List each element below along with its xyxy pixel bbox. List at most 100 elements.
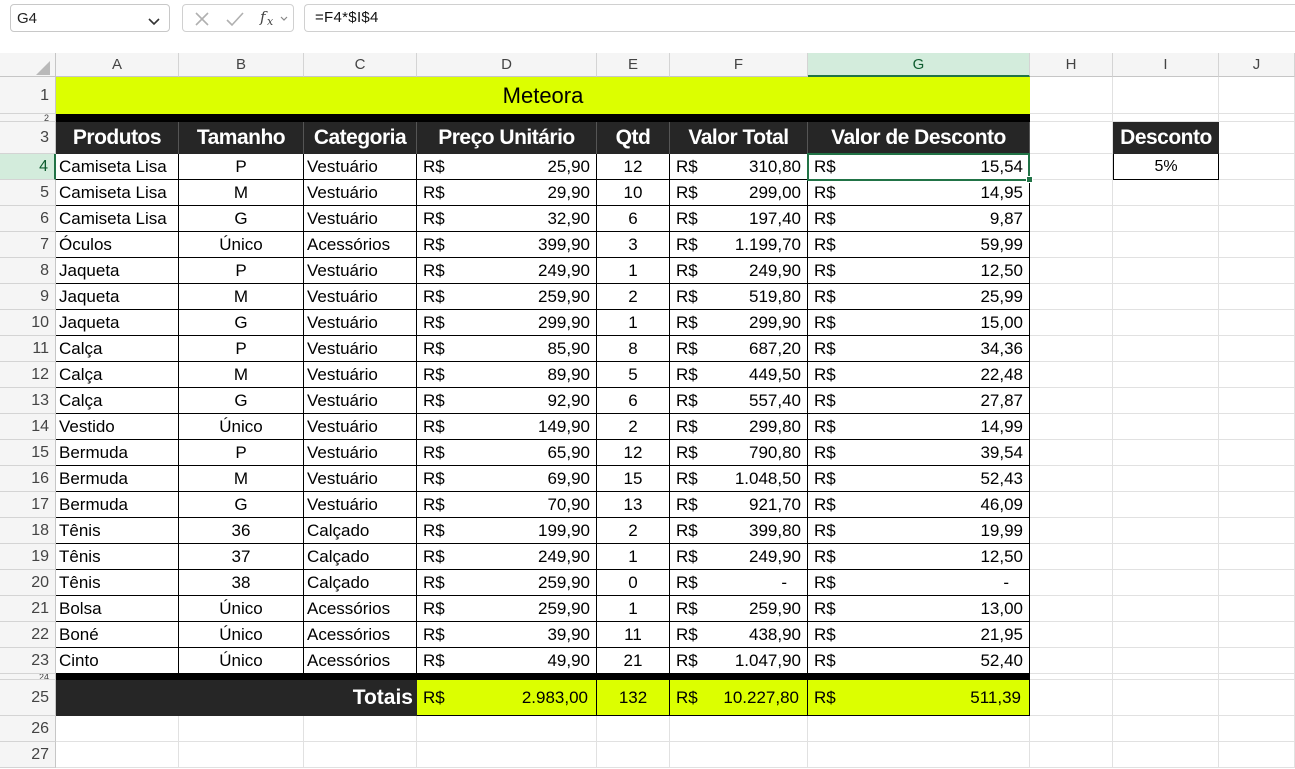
cell-categoria[interactable]: Vestuário xyxy=(304,310,417,336)
row-header-1[interactable]: 1 xyxy=(0,77,56,114)
row-header-19[interactable]: 19 xyxy=(0,544,56,570)
cell-preco-unitario[interactable]: R$ 32,90 xyxy=(417,206,597,232)
row-header-17[interactable]: 17 xyxy=(0,492,56,518)
cell-qtd[interactable]: 10 xyxy=(597,180,670,206)
header-3[interactable]: Preço Unitário xyxy=(417,122,597,154)
cell-produto[interactable]: Bermuda xyxy=(56,492,179,518)
row-header-26[interactable]: 26 xyxy=(0,716,56,742)
cell-categoria[interactable]: Vestuário xyxy=(304,284,417,310)
cell-qtd[interactable]: 2 xyxy=(597,518,670,544)
cell-valor-desconto[interactable]: R$ - xyxy=(808,570,1030,596)
insert-function-icon[interactable]: fx xyxy=(259,8,289,33)
cell-preco-unitario[interactable]: R$ 70,90 xyxy=(417,492,597,518)
row-header-9[interactable]: 9 xyxy=(0,284,56,310)
cell-tamanho[interactable]: M xyxy=(179,284,304,310)
cell-preco-unitario[interactable]: R$ 69,90 xyxy=(417,466,597,492)
cell-categoria[interactable]: Vestuário xyxy=(304,414,417,440)
cell-qtd[interactable]: 21 xyxy=(597,648,670,674)
row-header-23[interactable]: 23 xyxy=(0,648,56,674)
cell-categoria[interactable]: Vestuário xyxy=(304,362,417,388)
cell-produto[interactable]: Jaqueta xyxy=(56,284,179,310)
cell-qtd[interactable]: 0 xyxy=(597,570,670,596)
cell-qtd[interactable]: 1 xyxy=(597,310,670,336)
cell-qtd[interactable]: 1 xyxy=(597,544,670,570)
discount-value[interactable]: 5% xyxy=(1113,154,1219,180)
cell-valor-desconto[interactable]: R$ 46,09 xyxy=(808,492,1030,518)
cell-produto[interactable]: Bolsa xyxy=(56,596,179,622)
cell-qtd[interactable]: 13 xyxy=(597,492,670,518)
total-qtd[interactable]: 132 xyxy=(597,680,670,716)
chevron-down-icon[interactable] xyxy=(147,14,161,31)
cell-tamanho[interactable]: 37 xyxy=(179,544,304,570)
cell-valor-total[interactable]: R$ 449,50 xyxy=(670,362,808,388)
cell-qtd[interactable]: 6 xyxy=(597,388,670,414)
row-header-2[interactable]: 2 xyxy=(0,114,56,122)
cell-categoria[interactable]: Vestuário xyxy=(304,336,417,362)
cell-qtd[interactable]: 3 xyxy=(597,232,670,258)
cell-valor-total[interactable]: R$ 197,40 xyxy=(670,206,808,232)
cell-produto[interactable]: Jaqueta xyxy=(56,310,179,336)
row-header-8[interactable]: 8 xyxy=(0,258,56,284)
cell-valor-desconto[interactable]: R$ 13,00 xyxy=(808,596,1030,622)
confirm-icon[interactable] xyxy=(225,10,245,33)
cell-produto[interactable]: Boné xyxy=(56,622,179,648)
column-header-i[interactable]: I xyxy=(1113,53,1219,77)
cell-categoria[interactable]: Vestuário xyxy=(304,258,417,284)
row-header-18[interactable]: 18 xyxy=(0,518,56,544)
cell-valor-total[interactable]: R$ 299,90 xyxy=(670,310,808,336)
row-header-11[interactable]: 11 xyxy=(0,336,56,362)
cell-tamanho[interactable]: Único xyxy=(179,232,304,258)
cell-valor-desconto[interactable]: R$ 12,50 xyxy=(808,258,1030,284)
column-header-h[interactable]: H xyxy=(1030,53,1113,77)
cell-preco-unitario[interactable]: R$ 89,90 xyxy=(417,362,597,388)
header-0[interactable]: Produtos xyxy=(56,122,179,154)
cell-valor-total[interactable]: R$ 438,90 xyxy=(670,622,808,648)
cell-preco-unitario[interactable]: R$ 259,90 xyxy=(417,570,597,596)
formula-input[interactable]: =F4*$I$4 xyxy=(304,4,1295,32)
name-box[interactable]: G4 xyxy=(10,4,170,32)
row-header-10[interactable]: 10 xyxy=(0,310,56,336)
column-header-j[interactable]: J xyxy=(1219,53,1295,77)
fill-handle[interactable] xyxy=(1026,176,1033,183)
header-2[interactable]: Categoria xyxy=(304,122,417,154)
cell-categoria[interactable]: Acessórios xyxy=(304,232,417,258)
column-header-g[interactable]: G xyxy=(808,53,1030,77)
cell-valor-total[interactable]: R$ 310,80 xyxy=(670,154,808,180)
cell-valor-total[interactable]: R$ 299,00 xyxy=(670,180,808,206)
cell-produto[interactable]: Jaqueta xyxy=(56,258,179,284)
row-header-14[interactable]: 14 xyxy=(0,414,56,440)
cell-valor-total[interactable]: R$ 1.047,90 xyxy=(670,648,808,674)
cell-produto[interactable]: Tênis xyxy=(56,544,179,570)
cell-categoria[interactable]: Vestuário xyxy=(304,440,417,466)
cell-qtd[interactable]: 6 xyxy=(597,206,670,232)
cell-produto[interactable]: Camiseta Lisa xyxy=(56,206,179,232)
cell-qtd[interactable]: 1 xyxy=(597,596,670,622)
cell-valor-total[interactable]: R$ 249,90 xyxy=(670,544,808,570)
cell-produto[interactable]: Vestido xyxy=(56,414,179,440)
row-header-12[interactable]: 12 xyxy=(0,362,56,388)
cell-categoria[interactable]: Vestuário xyxy=(304,466,417,492)
cell-qtd[interactable]: 12 xyxy=(597,440,670,466)
cell-valor-desconto[interactable]: R$ 39,54 xyxy=(808,440,1030,466)
cell-valor-desconto[interactable]: R$ 25,99 xyxy=(808,284,1030,310)
row-header-7[interactable]: 7 xyxy=(0,232,56,258)
cell-valor-total[interactable]: R$ 557,40 xyxy=(670,388,808,414)
cell-preco-unitario[interactable]: R$ 25,90 xyxy=(417,154,597,180)
cell-qtd[interactable]: 8 xyxy=(597,336,670,362)
cell-valor-total[interactable]: R$ 299,80 xyxy=(670,414,808,440)
row-header-25[interactable]: 25 xyxy=(0,680,56,716)
cell-qtd[interactable]: 11 xyxy=(597,622,670,648)
cell-valor-desconto[interactable]: R$ 59,99 xyxy=(808,232,1030,258)
cell-qtd[interactable]: 1 xyxy=(597,258,670,284)
cell-valor-desconto[interactable]: R$ 27,87 xyxy=(808,388,1030,414)
row-header-21[interactable]: 21 xyxy=(0,596,56,622)
cell-valor-desconto[interactable]: R$ 52,40 xyxy=(808,648,1030,674)
total-desconto[interactable]: R$ 511,39 xyxy=(808,680,1030,716)
cell-categoria[interactable]: Calçado xyxy=(304,518,417,544)
cell-tamanho[interactable]: M xyxy=(179,466,304,492)
row-header-5[interactable]: 5 xyxy=(0,180,56,206)
cell-valor-total[interactable]: R$ 249,90 xyxy=(670,258,808,284)
cell-qtd[interactable]: 5 xyxy=(597,362,670,388)
cell-valor-desconto[interactable]: R$ 14,95 xyxy=(808,180,1030,206)
cell-produto[interactable]: Tênis xyxy=(56,518,179,544)
